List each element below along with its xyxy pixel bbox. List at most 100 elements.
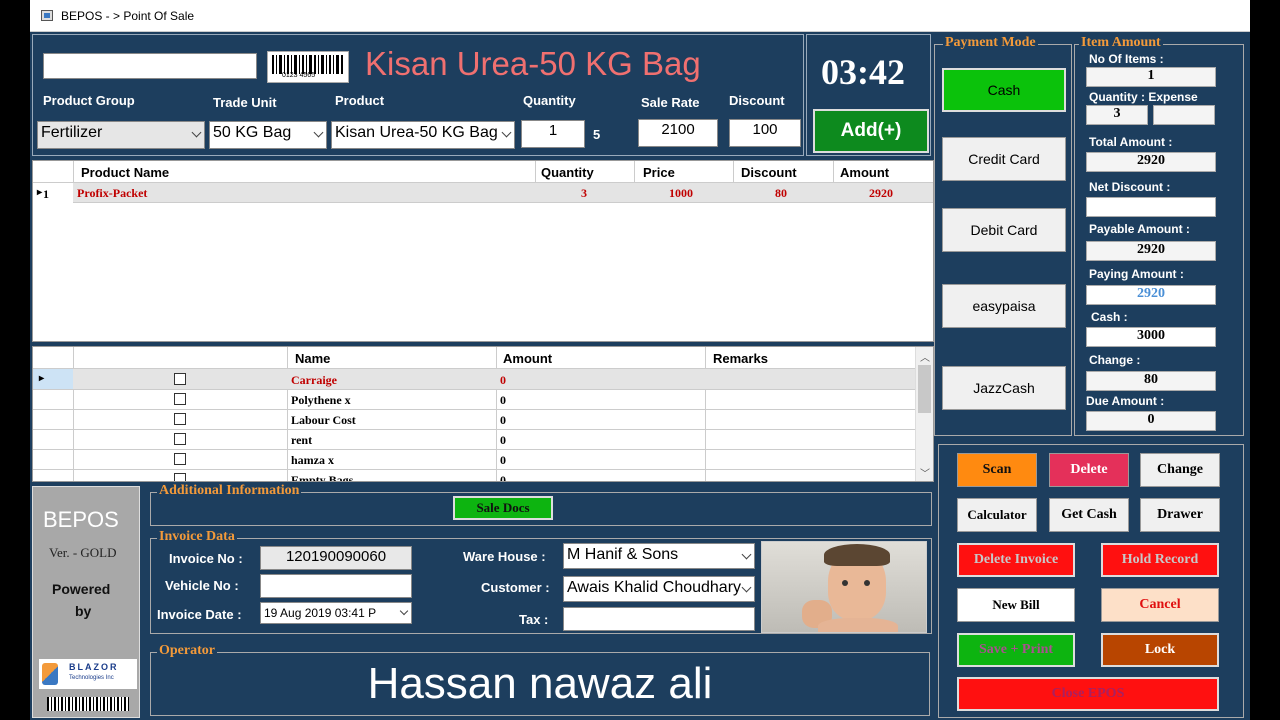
expense-name: rent	[291, 433, 313, 447]
add-button[interactable]: Add(+)	[813, 109, 929, 153]
new-bill-button[interactable]: New Bill	[957, 588, 1075, 622]
company-sub: Technologies Inc	[69, 675, 114, 681]
invoice-group: Invoice Data Invoice No : 120190090060 V…	[150, 529, 932, 634]
due-amount-label: Due Amount :	[1086, 394, 1165, 408]
brand-version: Ver. - GOLD	[49, 545, 117, 560]
row-checkbox[interactable]	[174, 373, 186, 385]
customer-label: Customer :	[481, 580, 550, 595]
scrollbar-thumb[interactable]	[918, 365, 931, 413]
quantity-input[interactable]: 1	[521, 120, 585, 148]
product-entry-panel: 0123 4565 Kisan Urea-50 KG Bag Product G…	[32, 34, 804, 156]
expense-amount: 0	[500, 473, 506, 482]
total-amount-value: 2920	[1086, 152, 1216, 172]
scan-button[interactable]: Scan	[957, 453, 1037, 487]
row-amount: 2920	[869, 186, 893, 200]
product-select[interactable]: Kisan Urea-50 KG Bag	[331, 121, 515, 149]
warehouse-select[interactable]: M Hanif & Sons	[563, 543, 755, 569]
scrollbar[interactable]: ︿ ﹀	[915, 347, 933, 481]
barcode-input[interactable]	[43, 53, 257, 79]
calculator-button[interactable]: Calculator	[957, 498, 1037, 532]
barcode-digits: 0123 4565	[282, 72, 316, 79]
table-row[interactable]	[73, 183, 933, 203]
expense-name: hamza x	[291, 453, 334, 467]
debit-card-button[interactable]: Debit Card	[942, 208, 1066, 252]
expense-value	[1153, 105, 1215, 125]
company-logo-icon	[42, 663, 58, 685]
payment-mode-title: Payment Mode	[943, 35, 1038, 51]
row-checkbox[interactable]	[174, 393, 186, 405]
cash-label: Cash :	[1091, 310, 1128, 324]
expense-amount: 0	[500, 393, 506, 407]
due-amount-value: 0	[1086, 411, 1216, 431]
trade-unit-select[interactable]: 50 KG Bag	[209, 121, 327, 149]
expense-amount: 0	[500, 373, 506, 387]
invoice-date-picker[interactable]: 19 Aug 2019 03:41 P	[260, 602, 412, 624]
barcode-icon[interactable]: 0123 4565	[267, 51, 349, 83]
drawer-button[interactable]: Drawer	[1140, 498, 1220, 532]
col-name[interactable]: Name	[295, 351, 330, 366]
item-amount-title: Item Amount	[1079, 35, 1163, 51]
invoice-date-value: 19 Aug 2019 03:41 P	[264, 606, 377, 620]
row-checkbox[interactable]	[174, 413, 186, 425]
col-amount[interactable]: Amount	[840, 165, 889, 180]
credit-card-button[interactable]: Credit Card	[942, 137, 1066, 181]
sale-rate-label: Sale Rate	[641, 95, 700, 110]
stock-count: 5	[593, 127, 601, 142]
lock-button[interactable]: Lock	[1101, 633, 1219, 667]
row-checkbox[interactable]	[174, 453, 186, 465]
chevron-up-icon[interactable]: ︿	[920, 349, 930, 364]
tax-label: Tax :	[519, 612, 549, 627]
col-quantity[interactable]: Quantity	[541, 165, 594, 180]
row-checkbox[interactable]	[174, 433, 186, 445]
product-group-select[interactable]: Fertilizer	[37, 121, 205, 149]
chevron-down-icon[interactable]: ﹀	[920, 465, 930, 480]
clock-panel: 03:42 Add(+)	[806, 34, 931, 156]
invoice-date-label: Invoice Date :	[157, 607, 242, 622]
change-button[interactable]: Change	[1140, 453, 1220, 487]
col-price[interactable]: Price	[643, 165, 675, 180]
customer-select[interactable]: Awais Khalid Choudhary	[563, 576, 755, 602]
delete-invoice-button[interactable]: Delete Invoice	[957, 543, 1075, 577]
expense-amount: 0	[500, 453, 506, 467]
customer-photo	[761, 541, 927, 633]
payment-mode-group: Payment Mode Cash Credit Card Debit Card…	[934, 35, 1072, 436]
cash-input[interactable]: 3000	[1086, 327, 1216, 347]
easypaisa-button[interactable]: easypaisa	[942, 284, 1066, 328]
item-amount-group: Item Amount No Of Items : 1 Quantity : E…	[1074, 35, 1244, 436]
expense-amount: 0	[500, 433, 506, 447]
save-print-button[interactable]: Save + Print	[957, 633, 1075, 667]
col-amount[interactable]: Amount	[503, 351, 552, 366]
app-window: BEPOS - > Point Of Sale 0123 4565 Kisan …	[0, 0, 1280, 720]
col-discount[interactable]: Discount	[741, 165, 797, 180]
table-row-selected[interactable]	[73, 369, 915, 389]
net-discount-input[interactable]	[1086, 197, 1216, 217]
jazzcash-button[interactable]: JazzCash	[942, 366, 1066, 410]
hold-record-button[interactable]: Hold Record	[1101, 543, 1219, 577]
tax-input[interactable]	[563, 607, 755, 631]
sale-rate-input[interactable]: 2100	[638, 119, 718, 147]
delete-button[interactable]: Delete	[1049, 453, 1129, 487]
cash-button[interactable]: Cash	[942, 68, 1066, 112]
total-amount-label: Total Amount :	[1089, 135, 1173, 149]
vehicle-no-input[interactable]	[260, 574, 412, 598]
sale-docs-button[interactable]: Sale Docs	[453, 496, 553, 520]
quantity-value: 3	[1086, 105, 1148, 125]
chevron-down-icon	[313, 127, 324, 138]
get-cash-button[interactable]: Get Cash	[1049, 498, 1129, 532]
discount-input[interactable]: 100	[729, 119, 801, 147]
row-index: 1	[43, 187, 49, 201]
close-epos-button[interactable]: Close EPOS	[957, 677, 1219, 711]
paying-amount-input[interactable]: 2920	[1086, 285, 1216, 305]
col-product-name[interactable]: Product Name	[81, 165, 169, 180]
invoice-no-input[interactable]: 120190090060	[260, 546, 412, 570]
chevron-down-icon	[191, 127, 202, 138]
row-checkbox[interactable]	[174, 473, 186, 481]
col-remarks[interactable]: Remarks	[713, 351, 768, 366]
trade-unit-label: Trade Unit	[213, 95, 277, 110]
warehouse-value: M Hanif & Sons	[567, 546, 679, 563]
expense-name: Polythene x	[291, 393, 351, 407]
operator-name: Hassan nawaz ali	[367, 659, 713, 708]
payable-amount-value: 2920	[1086, 241, 1216, 261]
expense-amount: 0	[500, 413, 506, 427]
cancel-button[interactable]: Cancel	[1101, 588, 1219, 622]
